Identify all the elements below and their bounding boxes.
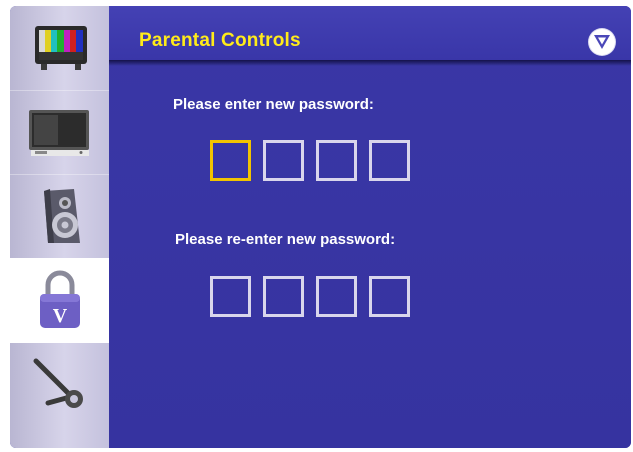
sidebar-item-audio[interactable] [10, 174, 109, 259]
page-title: Parental Controls [139, 30, 301, 51]
reenter-password-label: Please re-enter new password: [175, 231, 396, 248]
tv-color-bars-icon [34, 26, 87, 70]
sidebar-menu: V [10, 6, 109, 448]
confirm-digit-4[interactable] [369, 276, 410, 317]
padlock-icon: V [39, 270, 80, 328]
monitor-icon [28, 110, 89, 156]
password-digit-1[interactable] [210, 140, 251, 181]
enter-password-label: Please enter new password: [173, 96, 374, 113]
password-confirm-boxes [210, 276, 410, 317]
sidebar-item-parental[interactable]: V [10, 258, 109, 343]
sidebar-item-picture[interactable] [10, 6, 109, 91]
password-digit-2[interactable] [263, 140, 304, 181]
confirm-digit-2[interactable] [263, 276, 304, 317]
password-digit-3[interactable] [316, 140, 357, 181]
speaker-icon [43, 189, 80, 243]
password-digit-4[interactable] [369, 140, 410, 181]
password-entry-boxes [210, 140, 410, 181]
svg-text:V: V [52, 305, 67, 327]
confirm-digit-3[interactable] [316, 276, 357, 317]
osd-window: V Parental Controls Please enter new pas… [10, 6, 631, 448]
sidebar-item-display[interactable] [10, 90, 109, 175]
confirm-digit-1[interactable] [210, 276, 251, 317]
sidebar-item-setup[interactable] [10, 342, 109, 426]
vizio-logo-icon[interactable] [589, 29, 615, 55]
title-divider [109, 60, 631, 66]
wrench-icon [33, 358, 83, 408]
main-panel: Parental Controls Please enter new passw… [109, 6, 631, 448]
